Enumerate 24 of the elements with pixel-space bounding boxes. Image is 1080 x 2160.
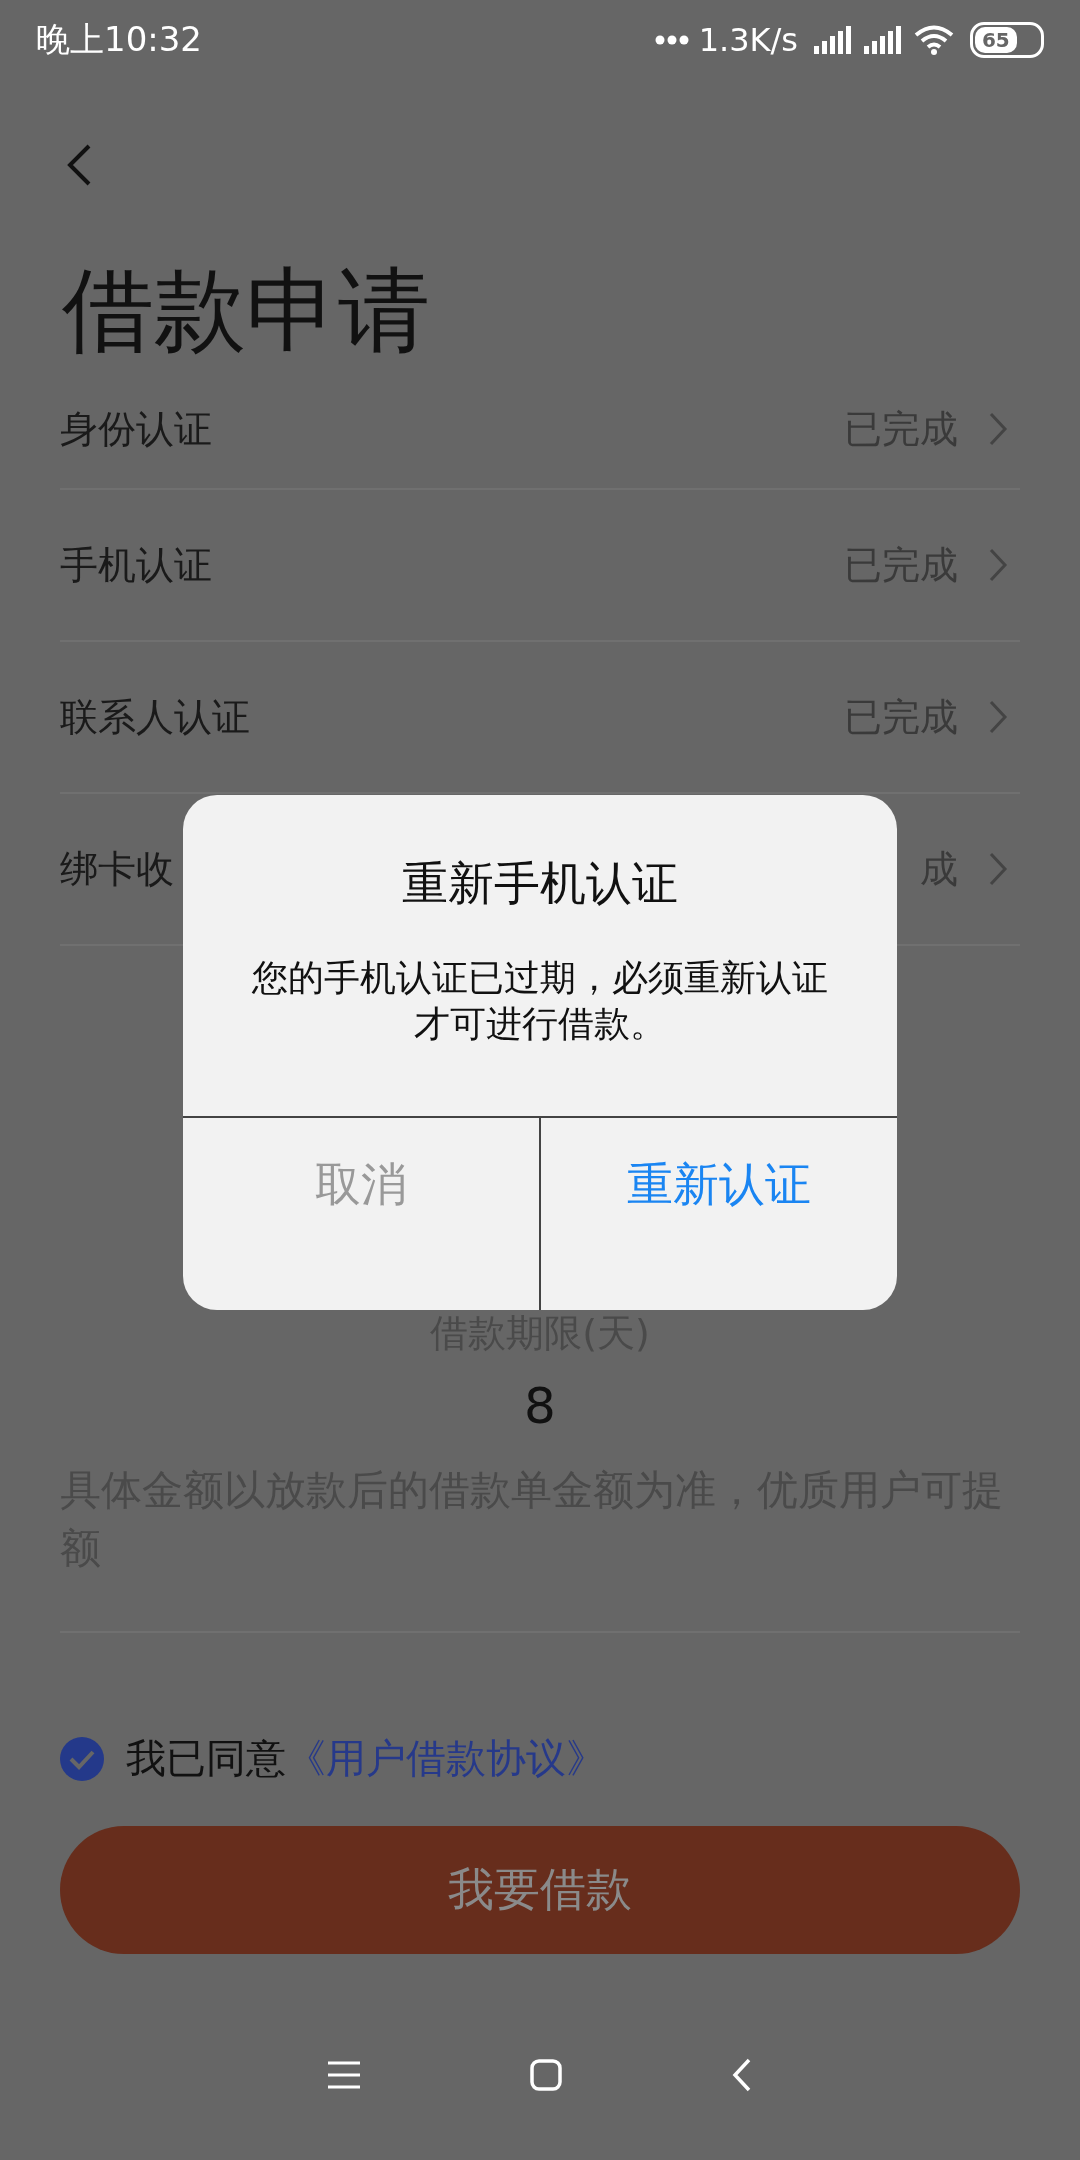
menu-icon[interactable] [328,2061,360,2089]
dialog-title: 重新手机认证 [401,855,679,912]
chevron-icon [988,411,1008,447]
back-icon[interactable] [66,143,92,187]
dots-icon [654,35,689,45]
signal-icon [814,26,854,54]
checkbox[interactable] [60,1736,104,1781]
chevron-icon [988,699,1008,735]
loan-button[interactable]: 我要借款 [60,1826,1020,1954]
dialog-message: 您的手机认证已过期，必须重新认证才可进行借款。 [251,956,829,1046]
home-icon[interactable] [530,2059,562,2091]
network-speed: 1.3K/s [698,21,798,59]
term-value: 8 [523,1377,557,1435]
signal-icon [864,26,904,54]
battery-icon: 65 [970,22,1044,58]
status-time: 晚上10:32 [36,18,202,61]
cancel-button[interactable]: 取消 [183,1118,539,1310]
chevron-icon [988,851,1008,887]
wifi-icon [914,25,954,55]
agreement-link[interactable]: 《用户借款协议》 [286,1731,606,1786]
agreement-text: 我已同意 [126,1734,286,1783]
confirm-button[interactable]: 重新认证 [539,1118,897,1310]
chevron-icon [988,547,1008,583]
page-title: 借款申请 [61,256,431,366]
